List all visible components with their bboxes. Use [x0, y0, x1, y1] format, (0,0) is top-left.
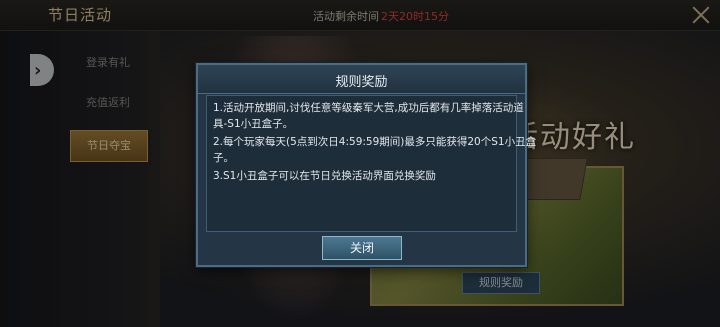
modal-title: 规则奖励 — [335, 75, 388, 90]
modal-header: 规则奖励 — [198, 65, 525, 94]
rule-line: 3.S1小丑盒子可以在节日兑换活动界面兑换奖励 — [213, 170, 436, 182]
rule-line: 1.活动开放期间,讨伐任意等级秦军大营,成功后都有几率掉落活动道 — [213, 102, 524, 114]
rule-line: 子。 — [213, 152, 234, 164]
rule-line: 具-S1小丑盒子。 — [213, 118, 294, 130]
close-button[interactable]: 关闭 — [322, 236, 402, 260]
rule-line: 2.每个玩家每天(5点到次日4:59:59期间)最多只能获得20个S1小丑盒 — [213, 136, 537, 148]
modal-body: 1.活动开放期间,讨伐任意等级秦军大营,成功后都有几率掉落活动道 具-S1小丑盒… — [206, 95, 536, 232]
rules-modal: 规则奖励 1.活动开放期间,讨伐任意等级秦军大营,成功后都有几率掉落活动道 具-… — [196, 63, 536, 267]
